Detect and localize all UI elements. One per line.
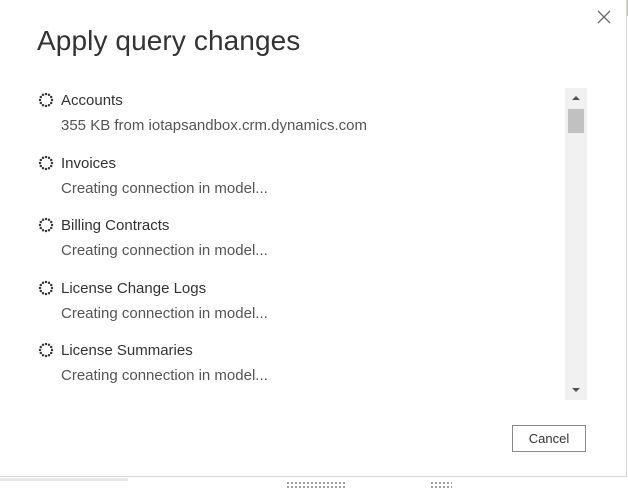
- vertical-scrollbar[interactable]: [565, 88, 587, 400]
- loading-spinner-icon: [38, 342, 54, 358]
- query-name: License Summaries: [61, 342, 193, 359]
- query-status: Creating connection in model...: [61, 179, 268, 197]
- background-dots: [286, 481, 346, 488]
- scroll-up-button[interactable]: [565, 88, 587, 108]
- background-bar: [0, 478, 128, 481]
- scroll-up-arrow-icon: [572, 96, 580, 100]
- query-name: Invoices: [61, 154, 117, 172]
- scroll-down-button[interactable]: [565, 380, 587, 400]
- query-progress-list: Accounts 355 KB from iotapsandbox.crm.dy…: [34, 88, 564, 400]
- query-name: Billing Contracts: [61, 217, 170, 234]
- list-item: License Change Logs Creating connection …: [34, 276, 564, 339]
- close-icon: [597, 10, 611, 24]
- query-status: Creating connection in model...: [61, 304, 268, 322]
- query-name: Accounts: [61, 92, 123, 109]
- query-name: License Change Logs: [61, 279, 207, 297]
- query-status: 355 KB from iotapsandbox.crm.dynamics.co…: [61, 117, 367, 134]
- apply-query-changes-dialog: Apply query changes Accounts 355 KB from…: [0, 0, 627, 477]
- list-item: License Summaries Creating connection in…: [34, 338, 564, 400]
- dialog-title: Apply query changes: [37, 25, 301, 56]
- query-status: Creating connection in model...: [61, 367, 268, 384]
- background-dots: [430, 481, 452, 488]
- list-item: Billing Contracts Creating connection in…: [34, 213, 564, 276]
- list-item: Invoices Creating connection in model...: [34, 151, 564, 214]
- scroll-down-arrow-icon: [572, 388, 580, 392]
- loading-spinner-icon: [38, 92, 54, 108]
- scroll-thumb[interactable]: [568, 109, 584, 133]
- close-button[interactable]: [593, 6, 615, 28]
- loading-spinner-icon: [38, 217, 54, 233]
- query-status: Creating connection in model...: [61, 242, 268, 259]
- cancel-button[interactable]: Cancel: [512, 425, 586, 452]
- list-item: Accounts 355 KB from iotapsandbox.crm.dy…: [34, 88, 564, 151]
- loading-spinner-icon: [38, 280, 54, 295]
- loading-spinner-icon: [38, 155, 54, 170]
